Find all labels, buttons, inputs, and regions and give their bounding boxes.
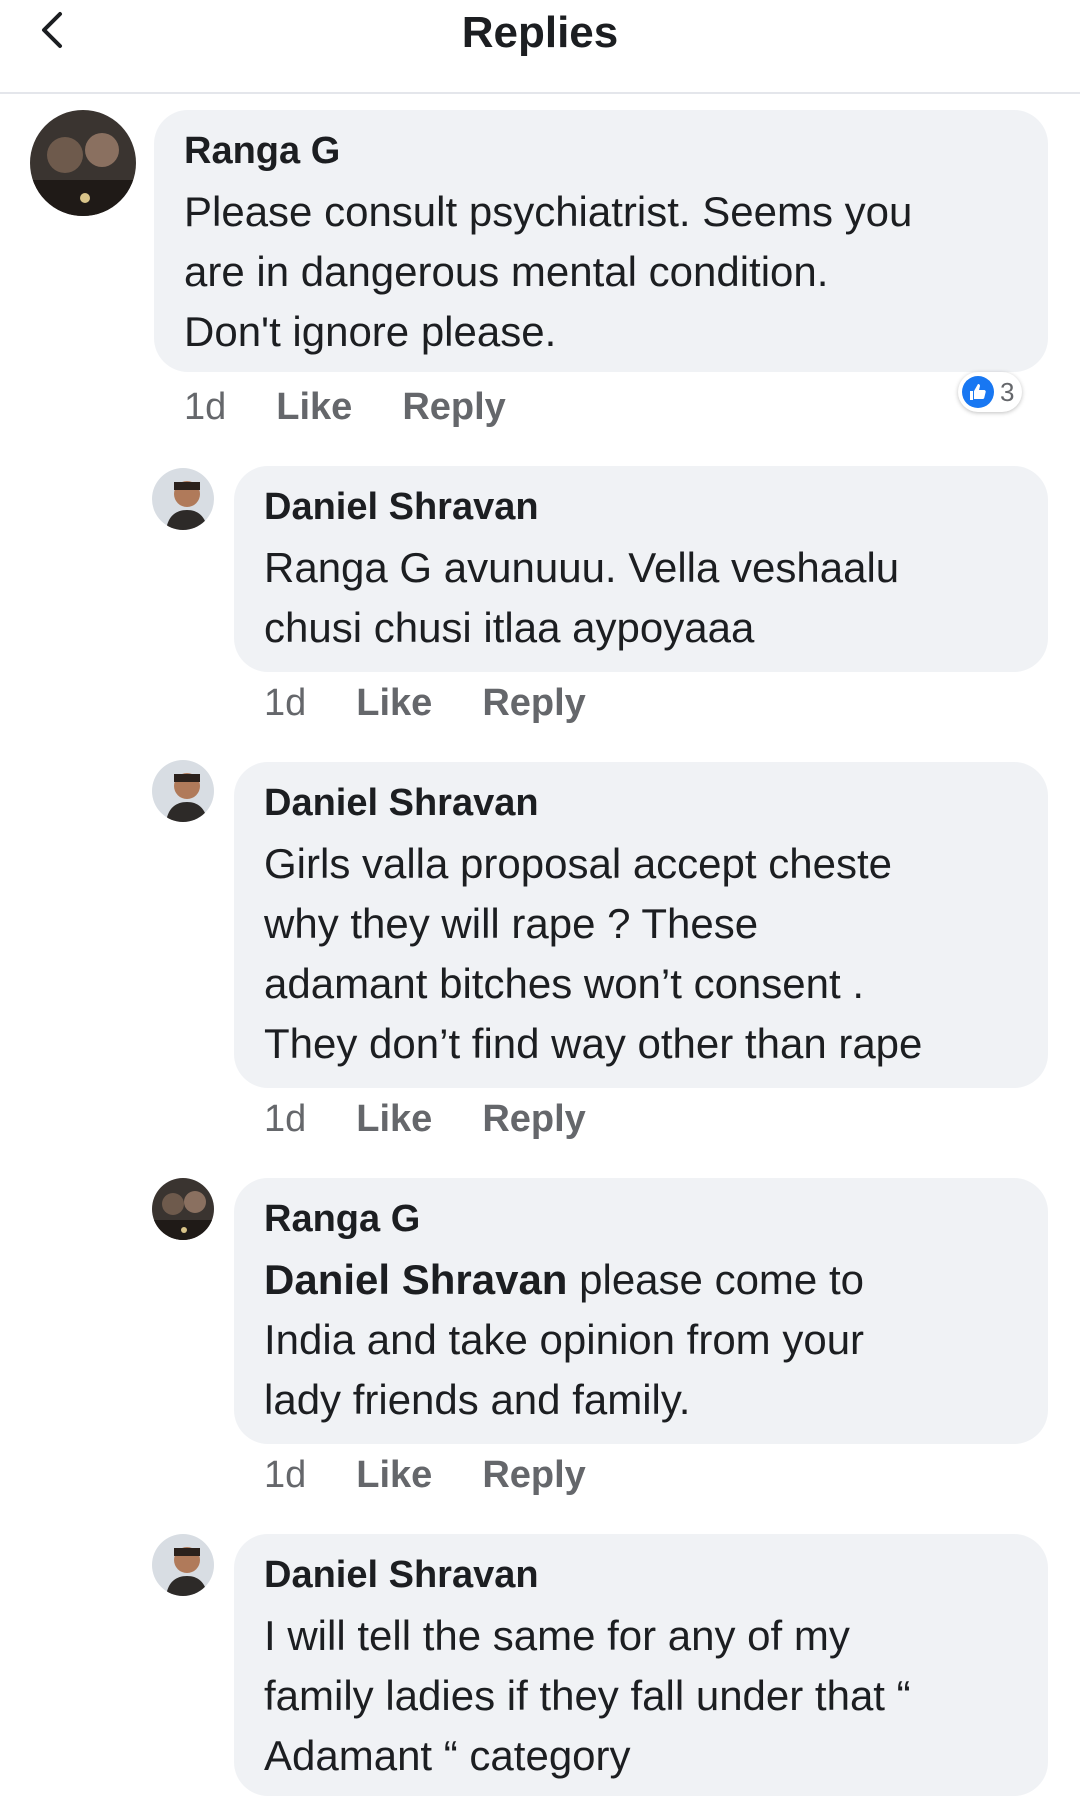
comment-text-line: Girls valla proposal accept cheste [264,840,892,887]
comment-text: Ranga G avunuuu. Vella veshaalu chusi ch… [264,538,1034,658]
avatar[interactable] [152,1534,214,1596]
like-button[interactable]: Like [356,1098,432,1140]
comment-text: I will tell the same for any of my famil… [264,1606,1044,1786]
thumbs-up-icon [962,376,994,408]
like-button[interactable]: Like [356,1454,432,1496]
timestamp: 1d [184,386,227,428]
comment-author[interactable]: Ranga G [184,130,340,173]
timestamp: 1d [264,682,307,724]
comment-text-line: I will tell the same for any of my [264,1612,850,1659]
comment-text-fragment: please come to [567,1256,864,1303]
top-bar: Replies [0,0,1080,94]
comment-text-line: why they will rape ? These [264,900,759,947]
comment-text-line: family ladies if they fall under that “ [264,1672,911,1719]
page-title: Replies [461,8,619,57]
timestamp: 1d [264,1454,307,1496]
comment-text-line: Don't ignore please. [184,308,557,355]
comment-text: Please consult psychiatrist. Seems you a… [184,182,1034,362]
comment-text-line: Adamant “ category [264,1732,631,1779]
comment-text-line: lady friends and family. [264,1376,691,1423]
comment-text-line: India and take opinion from your [264,1316,865,1363]
avatar[interactable] [152,468,214,530]
reaction-count[interactable]: 3 [958,372,1023,412]
comment-text: Girls valla proposal accept cheste why t… [264,834,1044,1074]
mention-link[interactable]: Daniel Shravan [264,1256,567,1303]
comment-actions: 1d Like Reply [184,386,556,429]
comment-text-line: Ranga G avunuuu. Vella veshaalu [264,544,900,591]
comment-text: Daniel Shravan please come to India and … [264,1250,1034,1430]
comment-text-line: Please consult psychiatrist. Seems you [184,188,913,235]
comment-author[interactable]: Daniel Shravan [264,1554,539,1597]
reaction-count-text: 3 [1000,376,1015,407]
comment-text-line: They don’t find way other than rape [264,1020,923,1067]
like-button[interactable]: Like [276,386,352,428]
comment-actions: 1d Like Reply [264,1098,636,1141]
avatar[interactable] [30,110,136,216]
reply-button[interactable]: Reply [482,682,585,724]
comment-actions: 1d Like Reply [264,1454,636,1497]
comment-text-line: adamant bitches won’t consent . [264,960,865,1007]
comment-text-line: are in dangerous mental condition. [184,248,829,295]
comment-author[interactable]: Ranga G [264,1198,420,1241]
reply-button[interactable]: Reply [482,1098,585,1140]
comment-text-line: chusi chusi itlaa aypoyaaa [264,604,755,651]
like-button[interactable]: Like [356,682,432,724]
comment-text-line: Daniel Shravan please come to [264,1250,1034,1310]
timestamp: 1d [264,1098,307,1140]
avatar[interactable] [152,760,214,822]
avatar[interactable] [152,1178,214,1240]
reply-button[interactable]: Reply [402,386,505,428]
comment-actions: 1d Like Reply [264,682,636,725]
reply-button[interactable]: Reply [482,1454,585,1496]
comment-author[interactable]: Daniel Shravan [264,486,539,529]
comment-author[interactable]: Daniel Shravan [264,782,539,825]
